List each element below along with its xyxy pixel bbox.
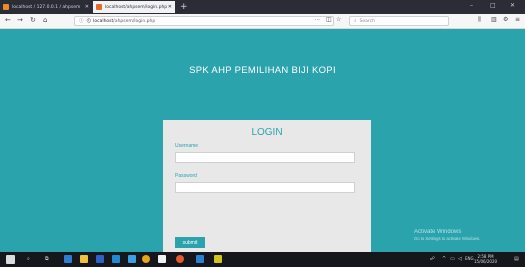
windows-taskbar: ⌕ ⧉ ☍ ^ ▭ ◁ ENG 2:58 PM 15/06/2020 ▤: [0, 252, 525, 267]
browser-nav-bar: ← → ↻ ⌂ ⓘ 🛈 localhost/ahpsem/login.php ·…: [0, 14, 525, 29]
phpmyadmin-favicon-icon: [3, 4, 9, 10]
close-tab-icon[interactable]: ✕: [168, 4, 172, 10]
firefox-icon[interactable]: [176, 255, 184, 263]
network-icon[interactable]: ▭: [450, 256, 455, 262]
password-input[interactable]: [175, 182, 355, 193]
reload-icon[interactable]: ↻: [30, 16, 36, 24]
search-icon[interactable]: ⌕: [27, 256, 30, 262]
forward-arrow-icon[interactable]: →: [17, 16, 23, 24]
hamburger-menu-icon[interactable]: ≡: [515, 16, 520, 23]
password-label: Password: [175, 173, 197, 179]
sublime-icon[interactable]: [214, 255, 222, 263]
browser-tab-phpmyadmin[interactable]: localhost / 127.0.0.1 / ahpsem ✕: [0, 1, 92, 13]
activate-windows-watermark: Activate Windows Go to Settings to activ…: [414, 229, 480, 241]
bookmark-star-icon[interactable]: ☆: [336, 16, 341, 23]
browser-tab-login[interactable]: localhost/ahpsem/login.php ✕: [93, 1, 175, 13]
search-input[interactable]: ⌕ Search: [349, 16, 449, 26]
tab-label: localhost / 127.0.0.1 / ahpsem: [12, 4, 81, 10]
file-explorer-icon[interactable]: [80, 255, 88, 263]
username-input[interactable]: [175, 152, 355, 163]
extension-icon[interactable]: ⚙: [503, 16, 508, 23]
windows-start-icon[interactable]: [6, 255, 15, 264]
vscode-icon[interactable]: [196, 255, 204, 263]
maximize-button[interactable]: □: [490, 2, 496, 9]
new-tab-button[interactable]: +: [180, 1, 188, 13]
page-title: SPK AHP PEMILIHAN BIJI KOPI: [189, 65, 336, 76]
volume-icon[interactable]: ◁: [458, 256, 462, 262]
library-icon[interactable]: ⫼: [478, 16, 481, 24]
tab-label: localhost/ahpsem/login.php: [105, 4, 168, 10]
search-icon: ⌕: [354, 19, 357, 24]
clock-date: 15/06/2020: [474, 259, 498, 264]
lock-icon: 🛈: [86, 19, 92, 24]
people-icon[interactable]: ☍: [430, 256, 435, 262]
submit-button[interactable]: submit: [175, 237, 205, 248]
username-label: Username: [175, 143, 199, 149]
search-placeholder: Search: [359, 18, 375, 24]
app-icon[interactable]: [128, 255, 136, 263]
close-window-button[interactable]: ✕: [510, 2, 515, 9]
taskbar-clock[interactable]: 2:58 PM 15/06/2020: [474, 254, 497, 264]
edge-icon[interactable]: [64, 255, 72, 263]
chrome-icon[interactable]: [142, 255, 150, 263]
address-bar[interactable]: ⓘ 🛈 localhost/ahpsem/login.php: [74, 16, 334, 26]
mail-icon[interactable]: [112, 255, 120, 263]
sidebar-icon[interactable]: ▥: [491, 16, 497, 23]
info-icon[interactable]: ⓘ: [79, 18, 84, 24]
home-icon[interactable]: ⌂: [43, 16, 47, 24]
language-indicator[interactable]: ENG: [465, 256, 474, 261]
browser-tab-bar: localhost / 127.0.0.1 / ahpsem ✕ localho…: [0, 0, 525, 14]
back-arrow-icon[interactable]: ←: [5, 16, 11, 24]
store-icon[interactable]: [96, 255, 104, 263]
page-actions-menu[interactable]: ···: [315, 17, 320, 23]
url-host: localhost: [93, 18, 114, 24]
pocket-icon[interactable]: ◫: [326, 16, 332, 23]
show-hidden-icons-chevron-icon[interactable]: ^: [442, 256, 446, 262]
url-path: /ahpsem/login.php: [113, 18, 156, 24]
login-heading: LOGIN: [251, 127, 283, 138]
watermark-line-1: Activate Windows: [414, 229, 462, 235]
minimize-button[interactable]: –: [470, 2, 473, 9]
notepad-icon[interactable]: [158, 255, 166, 263]
task-view-icon[interactable]: ⧉: [45, 256, 49, 262]
close-tab-icon[interactable]: ✕: [85, 4, 89, 10]
login-card: LOGIN Username Password submit: [163, 120, 371, 257]
notifications-icon[interactable]: ▤: [514, 256, 519, 262]
page-favicon-icon: [96, 4, 102, 10]
page-content: SPK AHP PEMILIHAN BIJI KOPI LOGIN Userna…: [0, 29, 525, 257]
watermark-line-2: Go to Settings to activate Windows.: [414, 236, 481, 241]
